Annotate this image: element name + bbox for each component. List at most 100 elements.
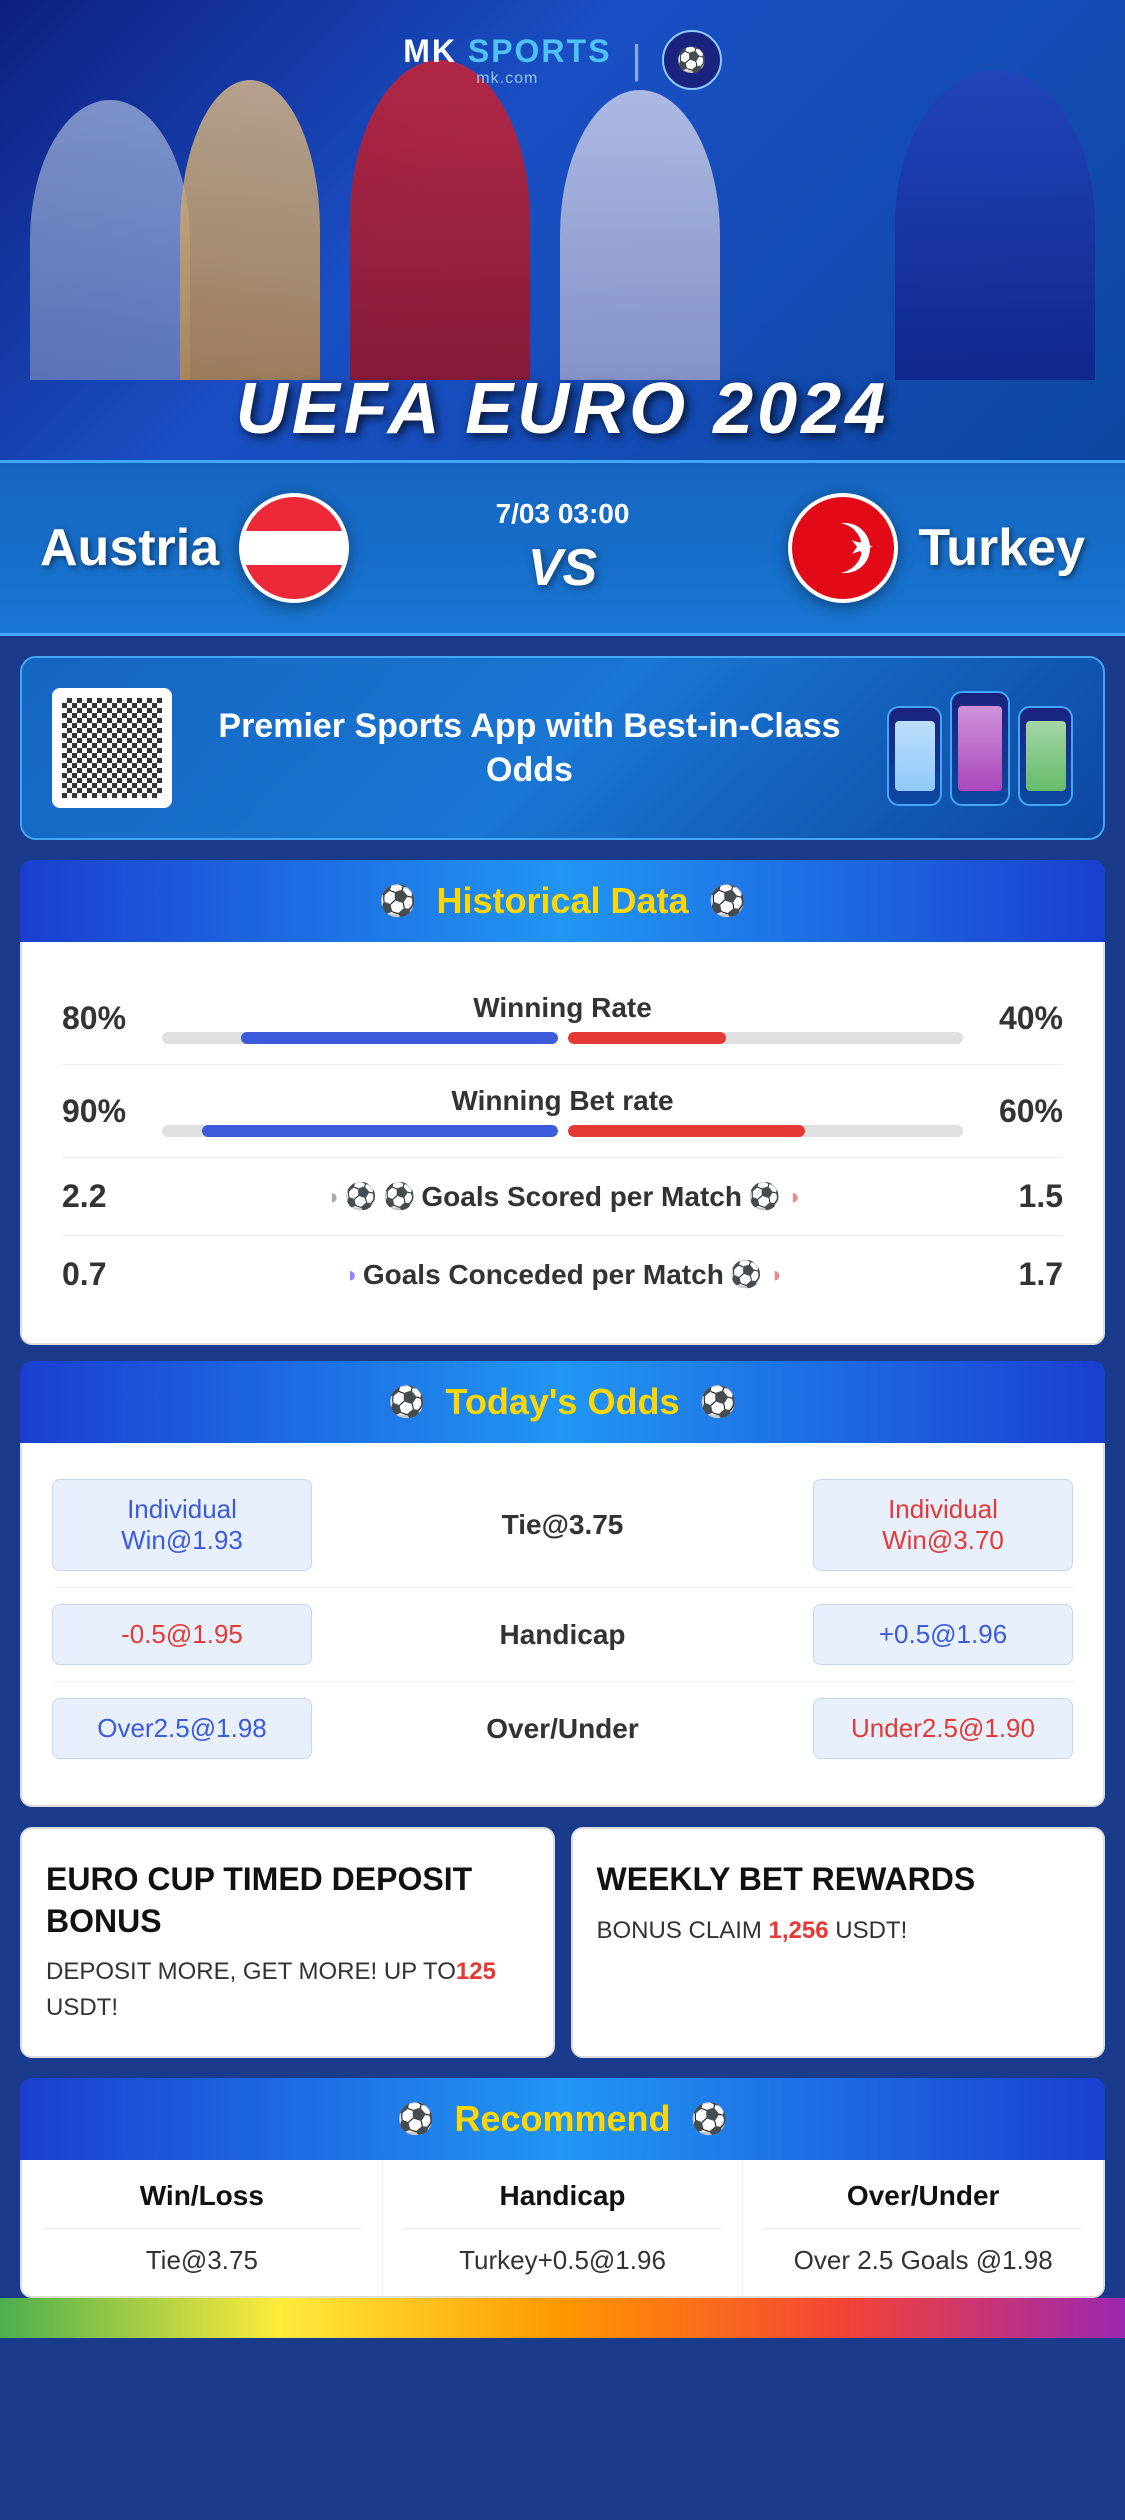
ball-icon-2: ⚽: [383, 1181, 415, 1212]
ball-icon-1: ⚽: [345, 1181, 377, 1212]
ball-icon-3: ⚽: [748, 1181, 780, 1212]
odds-title: Today's Odds: [446, 1381, 680, 1423]
phone-mock-1: [887, 706, 942, 806]
soccer-ball-icon-odds-right: ⚽: [699, 1385, 736, 1420]
mk-sports-logo: MK SPORTS mk.com: [403, 33, 611, 88]
stat-left-winning-bet: 90%: [62, 1093, 162, 1130]
odds-row-1: Individual Win@1.93 Tie@3.75 Individual …: [52, 1463, 1073, 1588]
odds-bet-left-2[interactable]: -0.5@1.95: [52, 1604, 312, 1665]
player-5: [895, 70, 1095, 380]
vs-section: 7/03 03:00 VS: [466, 498, 660, 598]
stat-label-winning-rate: Winning Rate: [473, 992, 652, 1024]
odds-bet-right-2[interactable]: +0.5@1.96: [813, 1604, 1073, 1665]
stat-label-winning-bet: Winning Bet rate: [451, 1085, 673, 1117]
bar-left-winning-bet: [162, 1125, 558, 1137]
bar-right-winning-bet: [568, 1125, 964, 1137]
soccer-ball-icon-left: ⚽: [379, 884, 416, 919]
bonus-highlight-2: 1,256: [769, 1917, 829, 1944]
match-date: 7/03 03:00: [496, 498, 630, 530]
match-row: Austria 7/03 03:00 VS ★ Turkey: [0, 460, 1125, 636]
bonus-card-2: WEEKLY BET REWARDS BONUS CLAIM 1,256 USD…: [571, 1827, 1106, 2058]
qr-code: [62, 698, 162, 798]
bonus-card-2-desc: BONUS CLAIM 1,256 USDT!: [597, 1913, 1080, 1949]
team-right: ★ Turkey: [659, 493, 1085, 603]
stat-row-goals-scored: 2.2 ◑ ⚽ ⚽ Goals Scored per Match ⚽ ◑ 1.5: [62, 1158, 1063, 1236]
player-1: [30, 100, 190, 380]
bar-left-winning-rate: [162, 1032, 558, 1044]
stat-center-goals-conceded: ◑ Goals Conceded per Match ⚽ ◑: [162, 1259, 963, 1291]
stat-center-goals-scored: ◑ ⚽ ⚽ Goals Scored per Match ⚽ ◑: [162, 1181, 963, 1213]
stat-right-goals-scored: 1.5: [963, 1178, 1063, 1215]
odds-bet-right-3[interactable]: Under2.5@1.90: [813, 1698, 1073, 1759]
bonus-card-1-desc: DEPOSIT MORE, GET MORE! UP TO125 USDT!: [46, 1954, 529, 2026]
bar-left-fill-winning-rate: [241, 1032, 557, 1044]
app-promo-text: Premier Sports App with Best-in-Class Od…: [172, 704, 887, 792]
stat-row-goals-conceded: 0.7 ◑ Goals Conceded per Match ⚽ ◑ 1.7: [62, 1236, 1063, 1313]
historical-section: 80% Winning Rate 40% 90% Winning Bet rat…: [20, 942, 1105, 1345]
player-2: [180, 80, 320, 380]
soccer-ball-icon-odds-left: ⚽: [388, 1385, 425, 1420]
bar-left-fill-winning-bet: [202, 1125, 558, 1137]
header-banner: MK SPORTS mk.com | ⚽ UEFA EURO 2024: [0, 0, 1125, 460]
bonus-card-2-title: WEEKLY BET REWARDS: [597, 1859, 1080, 1901]
recommend-col-2: Handicap Turkey+0.5@1.96: [383, 2160, 744, 2296]
half-ball-left: ◑: [325, 1184, 338, 1210]
odds-row-2: -0.5@1.95 Handicap +0.5@1.96: [52, 1588, 1073, 1682]
ball-icon-conceded-1: ⚽: [730, 1259, 762, 1290]
bonus-card-1-title: EURO CUP TIMED DEPOSIT BONUS: [46, 1859, 529, 1942]
recommend-headers: Win/Loss Tie@3.75 Handicap Turkey+0.5@1.…: [22, 2160, 1103, 2296]
team-left-name: Austria: [40, 518, 219, 578]
empoli-badge: ⚽: [662, 30, 722, 90]
players-area: [0, 50, 1125, 380]
footer: [0, 2298, 1125, 2338]
odds-left-label-2[interactable]: -0.5@1.95: [52, 1604, 312, 1665]
austria-flag-inner: [243, 497, 345, 599]
stat-right-goals-conceded: 1.7: [963, 1256, 1063, 1293]
odds-left-label-3[interactable]: Over2.5@1.98: [52, 1698, 312, 1759]
euro-title-section: UEFA EURO 2024: [0, 368, 1125, 450]
odds-bet-right-1[interactable]: Individual Win@3.70: [813, 1479, 1073, 1571]
euro-title: UEFA EURO 2024: [0, 368, 1125, 450]
player-4: [560, 90, 720, 380]
team-right-name: Turkey: [918, 518, 1085, 578]
app-phones: [887, 691, 1073, 806]
odds-content: Individual Win@1.93 Tie@3.75 Individual …: [20, 1443, 1105, 1807]
bonus-card-1: EURO CUP TIMED DEPOSIT BONUS DEPOSIT MOR…: [20, 1827, 555, 2058]
brand-url: mk.com: [476, 70, 538, 88]
bar-right-fill-winning-bet: [568, 1125, 805, 1137]
bonus-highlight-1: 125: [456, 1958, 496, 1985]
odds-left-label-1[interactable]: Individual Win@1.93: [52, 1479, 312, 1571]
turkey-flag: ★: [788, 493, 898, 603]
stat-left-winning-rate: 80%: [62, 1000, 162, 1037]
odds-right-label-2[interactable]: +0.5@1.96: [813, 1604, 1073, 1665]
stat-row-winning-rate: 80% Winning Rate 40%: [62, 972, 1063, 1065]
bar-right-winning-rate: [568, 1032, 964, 1044]
phone-mock-2: [950, 691, 1010, 806]
vs-text: VS: [528, 538, 597, 598]
odds-right-label-3[interactable]: Under2.5@1.90: [813, 1698, 1073, 1759]
recommend-col-1: Win/Loss Tie@3.75: [22, 2160, 383, 2296]
recommend-content: Win/Loss Tie@3.75 Handicap Turkey+0.5@1.…: [20, 2160, 1105, 2298]
bar-right-fill-winning-rate: [568, 1032, 726, 1044]
stat-center-winning-rate: Winning Rate: [162, 992, 963, 1044]
player-3: [350, 60, 530, 380]
odds-bet-left-1[interactable]: Individual Win@1.93: [52, 1479, 312, 1571]
app-promo: Premier Sports App with Best-in-Class Od…: [20, 656, 1105, 840]
odds-row-3: Over2.5@1.98 Over/Under Under2.5@1.90: [52, 1682, 1073, 1775]
stat-label-goals-conceded: Goals Conceded per Match: [363, 1259, 724, 1291]
soccer-ball-icon-right: ⚽: [709, 884, 746, 919]
stat-right-winning-rate: 40%: [963, 1000, 1063, 1037]
bar-container-winning-bet: [162, 1125, 963, 1137]
bar-container-winning-rate: [162, 1032, 963, 1044]
odds-center-val-1: Tie@3.75: [502, 1509, 624, 1541]
stat-row-winning-bet-rate: 90% Winning Bet rate 60%: [62, 1065, 1063, 1158]
odds-bet-left-3[interactable]: Over2.5@1.98: [52, 1698, 312, 1759]
soccer-ball-icon-rec-right: ⚽: [691, 2102, 728, 2137]
historical-section-header: ⚽ Historical Data ⚽: [20, 860, 1105, 942]
recommend-col-3: Over/Under Over 2.5 Goals @1.98: [743, 2160, 1103, 2296]
recommend-col-header-2: Handicap: [403, 2180, 723, 2229]
odds-right-label-1[interactable]: Individual Win@3.70: [813, 1479, 1073, 1571]
odds-center-label-2: Handicap: [312, 1619, 813, 1651]
brand-sports: SPORTS: [457, 33, 611, 69]
recommend-col-header-3: Over/Under: [763, 2180, 1083, 2229]
